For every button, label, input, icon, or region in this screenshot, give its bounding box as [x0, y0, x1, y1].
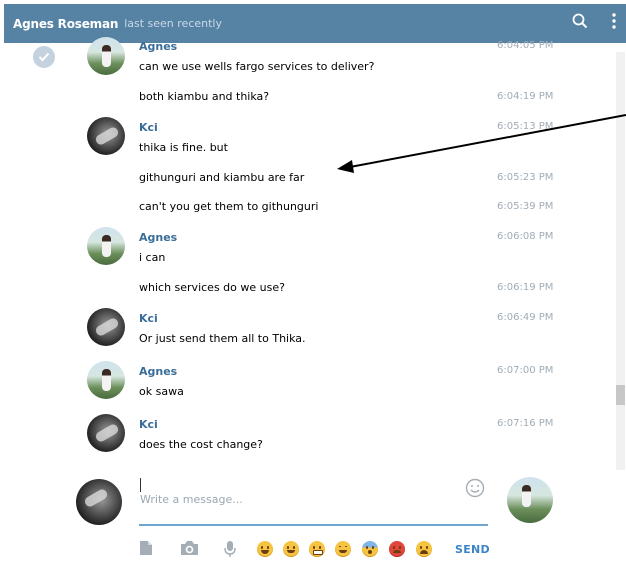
scrollbar-track[interactable]: [616, 52, 625, 470]
message-text: both kiambu and thika?: [139, 90, 270, 103]
message-text: can't you get them to githunguri: [139, 200, 319, 213]
contact-status: last seen recently: [124, 17, 222, 30]
message-text: githunguri and kiambu are far: [139, 171, 305, 184]
avatar-agnes[interactable]: [87, 227, 125, 265]
avatar-agnes[interactable]: [87, 37, 125, 75]
message-input[interactable]: [139, 474, 488, 526]
message-time: 6:05:13 PM: [497, 121, 554, 132]
grimacing-emoji[interactable]: [309, 541, 325, 557]
message-time: 6:06:08 PM: [497, 231, 554, 242]
message-text: does the cost change?: [139, 438, 263, 451]
message-time: 6:05:23 PM: [497, 172, 554, 183]
message-time: 6:06:49 PM: [497, 312, 554, 323]
search-icon[interactable]: [572, 13, 588, 29]
scrollbar-thumb[interactable]: [616, 385, 625, 405]
sender-name[interactable]: Agnes: [139, 231, 177, 244]
avatar-kci[interactable]: [87, 117, 125, 155]
avatar-self[interactable]: [76, 479, 122, 525]
message-time: 6:07:16 PM: [497, 418, 554, 429]
sender-name[interactable]: Kci: [139, 312, 158, 325]
text-caret: [140, 478, 141, 492]
chat-header: Agnes Roseman last seen recently: [4, 4, 626, 43]
message-time: 6:07:00 PM: [497, 365, 554, 376]
camera-icon[interactable]: [180, 540, 199, 560]
more-vert-icon[interactable]: [612, 13, 616, 29]
message-text: which services do we use?: [139, 281, 285, 294]
avatar-agnes[interactable]: [87, 361, 125, 399]
message-time: 6:05:39 PM: [497, 201, 554, 212]
sender-name[interactable]: Agnes: [139, 365, 177, 378]
message-text: thika is fine. but: [139, 141, 228, 154]
avatar-kci[interactable]: [87, 414, 125, 452]
scream-emoji[interactable]: [362, 541, 378, 557]
message-time: 6:04:05 PM: [497, 40, 554, 51]
message-text: i can: [139, 251, 166, 264]
sender-name[interactable]: Agnes: [139, 40, 177, 53]
message-text: ok sawa: [139, 385, 184, 398]
attach-file-icon[interactable]: [139, 540, 153, 560]
message-text: Or just send them all to Thika.: [139, 332, 306, 345]
angry-emoji[interactable]: [389, 541, 405, 557]
emoji-icon[interactable]: [465, 478, 485, 502]
crying-emoji[interactable]: [416, 541, 432, 557]
message-time: 6:04:19 PM: [497, 91, 554, 102]
sender-name[interactable]: Kci: [139, 121, 158, 134]
grinning-sweat-emoji[interactable]: [257, 541, 273, 557]
sender-name[interactable]: Kci: [139, 418, 158, 431]
select-check-icon[interactable]: [33, 46, 55, 68]
message-text: can we use wells fargo services to deliv…: [139, 60, 375, 73]
send-button[interactable]: SEND: [455, 543, 490, 556]
avatar-contact[interactable]: [507, 477, 553, 523]
microphone-icon[interactable]: [223, 540, 237, 562]
contact-name[interactable]: Agnes Roseman: [13, 17, 118, 31]
blush-emoji[interactable]: [335, 541, 351, 557]
avatar-kci[interactable]: [87, 308, 125, 346]
message-time: 6:06:19 PM: [497, 282, 554, 293]
smiley-emoji[interactable]: [283, 541, 299, 557]
